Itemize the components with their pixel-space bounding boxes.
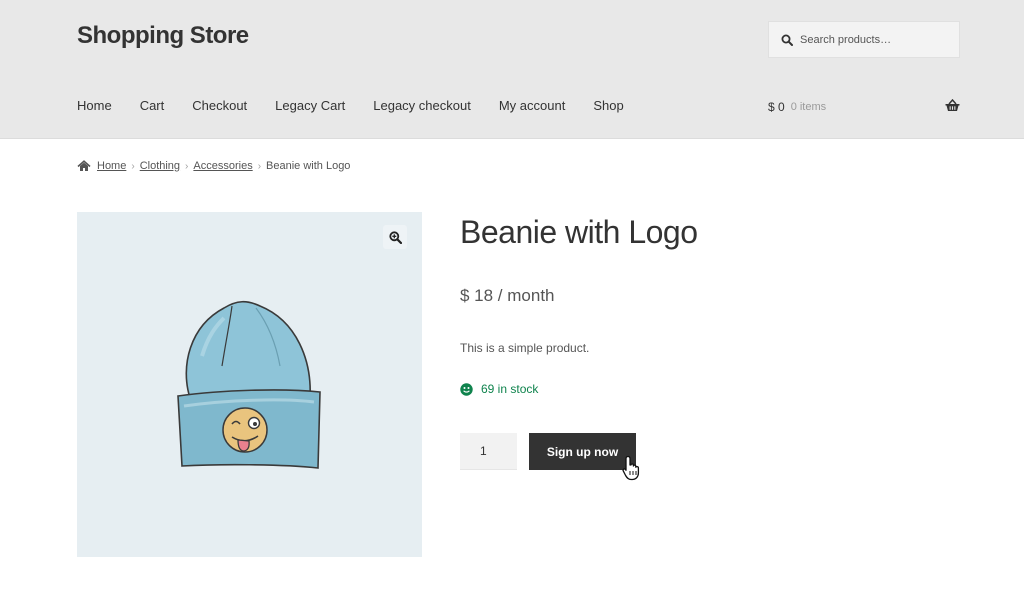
nav-item-my-account[interactable]: My account <box>499 98 565 113</box>
beanie-image <box>177 300 321 469</box>
product-description: This is a simple product. <box>460 341 590 355</box>
cart-count: 0 items <box>790 101 827 113</box>
home-icon <box>77 160 91 171</box>
zoom-button[interactable] <box>383 225 407 249</box>
header-cart[interactable]: $ 0 0 items <box>768 98 960 116</box>
product-title: Beanie with Logo <box>460 214 698 250</box>
site-header: Shopping Store Home Cart Checkout Legacy… <box>0 0 1024 139</box>
sign-up-button[interactable]: Sign up now <box>529 433 636 470</box>
product-gallery[interactable] <box>77 212 422 557</box>
breadcrumb-separator: › <box>131 160 135 172</box>
breadcrumb-current: Beanie with Logo <box>266 160 351 172</box>
nav-item-checkout[interactable]: Checkout <box>192 98 247 113</box>
nav-item-shop[interactable]: Shop <box>593 98 623 113</box>
breadcrumb-separator: › <box>257 160 262 172</box>
breadcrumb-separator: › <box>185 160 189 172</box>
stock-text: 69 in stock <box>481 382 539 396</box>
smile-icon <box>460 382 473 396</box>
nav-item-legacy-cart[interactable]: Legacy Cart <box>275 98 345 113</box>
quantity-input[interactable] <box>460 433 517 470</box>
hand-cursor-icon <box>622 455 640 481</box>
breadcrumb-home[interactable]: Home <box>97 160 126 172</box>
nav-item-legacy-checkout[interactable]: Legacy checkout <box>373 98 471 113</box>
basket-icon[interactable] <box>945 99 960 112</box>
primary-nav: Home Cart Checkout Legacy Cart Legacy ch… <box>77 98 652 113</box>
search-input[interactable] <box>800 33 950 46</box>
nav-item-cart[interactable]: Cart <box>140 98 165 113</box>
site-title[interactable]: Shopping Store <box>77 22 249 50</box>
search-box[interactable] <box>768 21 960 58</box>
cart-amount: $ 0 <box>768 100 785 114</box>
product-price: $ 18 / month <box>460 286 555 305</box>
stock-status: 69 in stock <box>460 382 538 396</box>
breadcrumb-clothing[interactable]: Clothing <box>140 160 180 172</box>
breadcrumb: Home › Clothing › Accessories › Beanie w… <box>77 160 350 172</box>
breadcrumb-accessories[interactable]: Accessories <box>193 160 252 172</box>
nav-item-home[interactable]: Home <box>77 98 112 113</box>
search-icon <box>781 34 793 46</box>
zoom-icon <box>388 230 402 244</box>
